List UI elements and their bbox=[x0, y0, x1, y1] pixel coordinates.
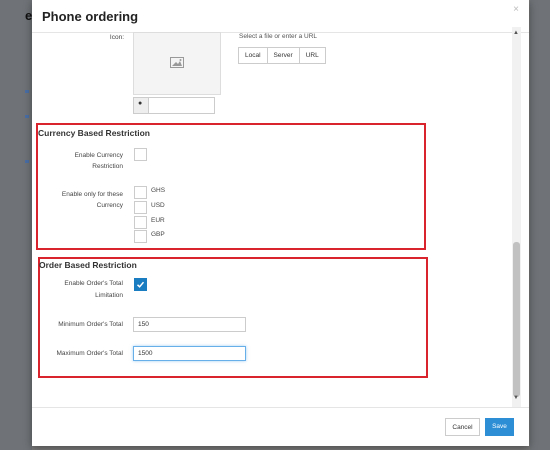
enable-order-total-label-line2: Limitation bbox=[95, 292, 123, 299]
currency-section-highlight bbox=[36, 123, 426, 250]
modal-scrollbar[interactable]: ▲ ▼ bbox=[512, 27, 521, 407]
image-icon bbox=[170, 57, 184, 68]
scrollbar-thumb[interactable] bbox=[513, 242, 520, 397]
icon-field-label: Icon: bbox=[109, 34, 124, 41]
scroll-up-arrow-icon[interactable]: ▲ bbox=[513, 30, 519, 36]
icon-preview-box[interactable] bbox=[133, 32, 221, 95]
background-page: e bbox=[0, 0, 32, 450]
modal-title: Phone ordering bbox=[42, 9, 139, 24]
modal-footer: Cancel Save bbox=[32, 407, 529, 447]
min-order-total-input[interactable]: 150 bbox=[133, 317, 246, 332]
currency-list-label-line2: Currency bbox=[96, 202, 123, 209]
enable-currency-label-line1: Enable Currency bbox=[74, 152, 123, 159]
currency-checkbox-gbp[interactable] bbox=[134, 230, 147, 243]
enable-currency-label-line2: Restriction bbox=[92, 163, 123, 170]
local-button[interactable]: Local bbox=[238, 47, 268, 64]
phone-ordering-modal: Phone ordering × Icon: Select a file or … bbox=[32, 0, 529, 446]
file-source-buttons: Local Server URL bbox=[238, 47, 326, 64]
server-button[interactable]: Server bbox=[266, 47, 300, 64]
max-order-total-label: Maximum Order's Total bbox=[56, 350, 124, 357]
comment-addon: ● bbox=[134, 98, 149, 113]
close-icon[interactable]: × bbox=[513, 4, 519, 15]
enable-order-total-checkbox[interactable] bbox=[134, 278, 147, 291]
modal-body: Icon: Select a file or enter a URL Local… bbox=[32, 27, 512, 407]
comment-icon: ● bbox=[138, 100, 143, 107]
url-button[interactable]: URL bbox=[298, 47, 326, 64]
currency-label-eur: EUR bbox=[151, 217, 165, 224]
currency-checkbox-eur[interactable] bbox=[134, 216, 147, 229]
currency-section-title: Currency Based Restriction bbox=[38, 128, 150, 138]
min-order-total-label: Minimum Order's Total bbox=[58, 321, 123, 328]
background-link-mark bbox=[25, 160, 29, 163]
icon-alt-input[interactable]: ● bbox=[133, 97, 215, 114]
enable-order-total-label-line1: Enable Order's Total bbox=[64, 280, 123, 287]
currency-checkbox-usd[interactable] bbox=[134, 201, 147, 214]
currency-list-label-line1: Enable only for these bbox=[61, 191, 123, 198]
save-button[interactable]: Save bbox=[485, 418, 514, 436]
enable-currency-checkbox[interactable] bbox=[134, 148, 147, 161]
checkmark-icon bbox=[136, 281, 145, 288]
background-link-mark bbox=[25, 90, 29, 93]
currency-label-gbp: GBP bbox=[151, 231, 165, 238]
cancel-button[interactable]: Cancel bbox=[445, 418, 480, 436]
max-order-total-input[interactable]: 1500 bbox=[133, 346, 246, 361]
currency-checkbox-ghs[interactable] bbox=[134, 186, 147, 199]
currency-label-usd: USD bbox=[151, 202, 165, 209]
background-link-mark bbox=[25, 115, 29, 118]
currency-label-ghs: GHS bbox=[151, 187, 166, 194]
scroll-down-arrow-icon[interactable]: ▼ bbox=[513, 395, 519, 401]
order-section-title: Order Based Restriction bbox=[39, 260, 137, 270]
background-page-right bbox=[530, 0, 550, 450]
file-select-hint: Select a file or enter a URL bbox=[239, 33, 318, 40]
